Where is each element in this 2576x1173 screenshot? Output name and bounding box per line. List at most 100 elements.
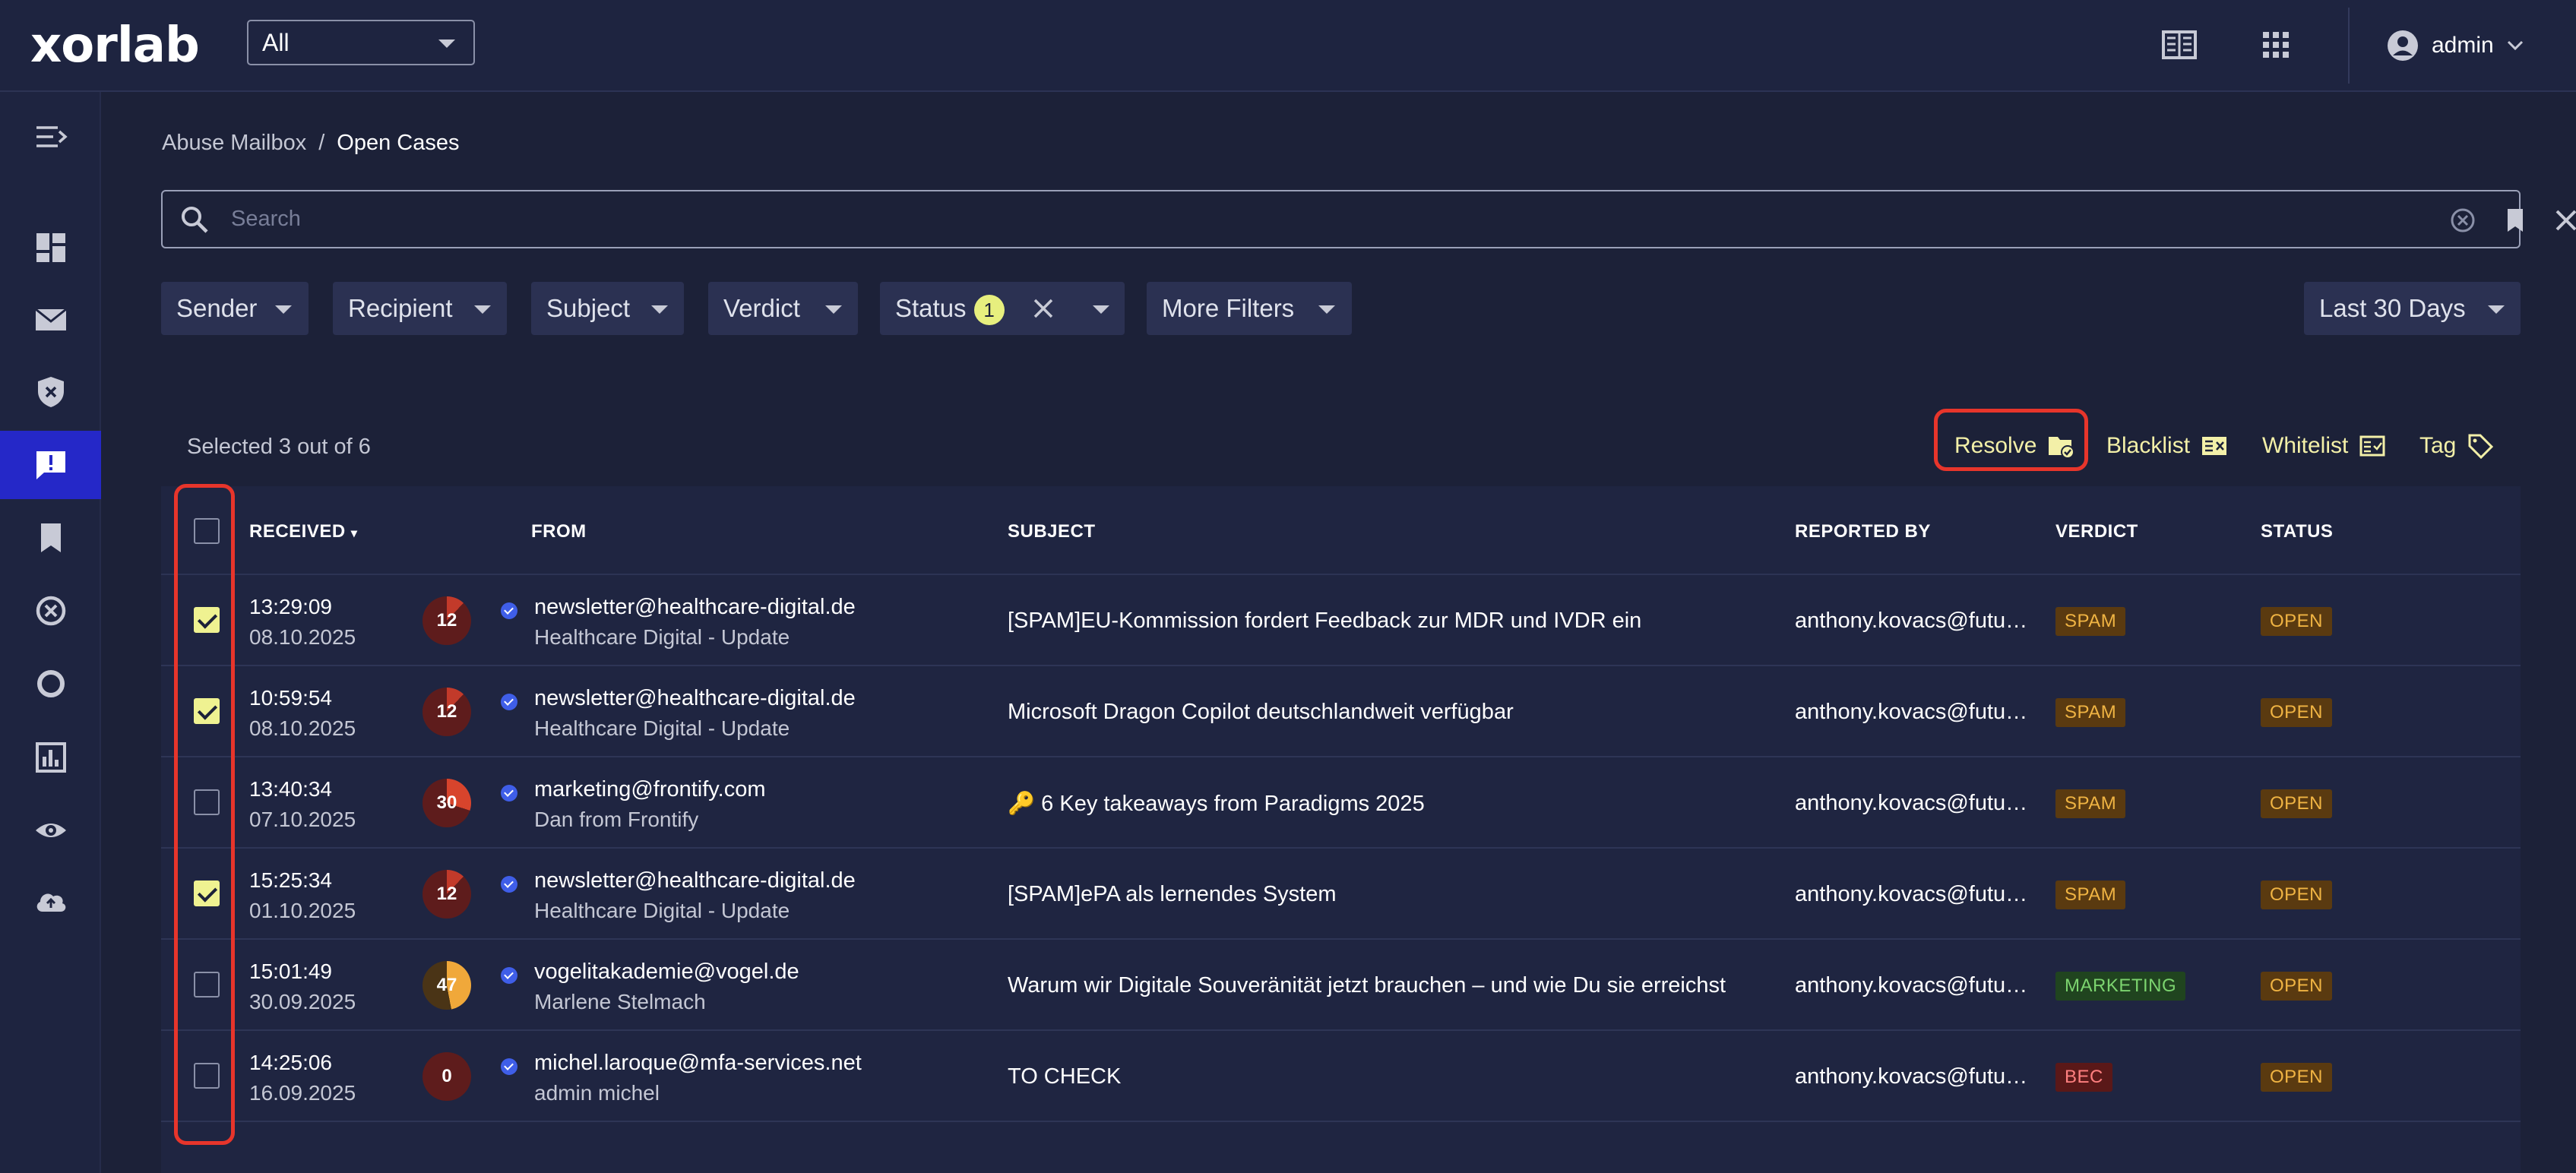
table-header: RECEIVED ▾ FROM SUBJECT REPORTED BY VERD… (161, 488, 2521, 575)
verified-sender-icon (501, 876, 517, 893)
received-time: 14:25:06 (249, 1051, 332, 1074)
table-row[interactable]: 13:40:34 07.10.2025 30 marketing@frontif… (161, 757, 2521, 849)
chevron-down-icon (275, 305, 292, 314)
table-row[interactable]: 15:01:49 30.09.2025 47 vogelitakademie@v… (161, 940, 2521, 1031)
verified-sender-icon (501, 694, 517, 710)
from-name: Healthcare Digital - Update (534, 625, 790, 649)
date-range-select[interactable]: Last 30 Days (2304, 282, 2521, 335)
sidebar-item-dashboard[interactable] (0, 213, 101, 282)
whitelist-label: Whitelist (2262, 433, 2349, 458)
table-row[interactable]: 10:59:54 08.10.2025 12 newsletter@health… (161, 666, 2521, 757)
chevron-down-icon (2488, 305, 2505, 314)
sidebar-collapse-button[interactable] (0, 103, 101, 171)
filter-verdict[interactable]: Verdict (708, 282, 858, 335)
blacklist-button[interactable]: Blacklist (2106, 419, 2228, 473)
search-bar[interactable]: Search (161, 190, 2576, 248)
sidebar-item-monitor[interactable] (0, 796, 101, 865)
subject-text: 🔑 6 Key takeaways from Paradigms 2025 (1008, 792, 1425, 816)
sidebar-item-loading[interactable] (0, 650, 101, 718)
verified-sender-icon (501, 785, 517, 801)
scope-select[interactable]: All (247, 20, 475, 65)
received-date: 30.09.2025 (249, 990, 356, 1013)
reported-by: anthony.kovacs@futur… (1795, 609, 2030, 633)
user-menu[interactable]: admin (2386, 23, 2524, 68)
column-received-label: RECEIVED (249, 521, 346, 542)
verified-sender-icon (501, 967, 517, 984)
received-time: 13:29:09 (249, 595, 332, 618)
clear-filters-icon[interactable] (2449, 207, 2476, 234)
scope-select-value: All (262, 29, 290, 56)
chevron-down-icon (1318, 305, 1335, 314)
column-status: STATUS (2261, 521, 2334, 542)
sidebar-item-blocked[interactable] (0, 577, 101, 645)
close-icon[interactable] (2552, 207, 2576, 234)
reported-by: anthony.kovacs@futur… (1795, 700, 2030, 724)
filter-subject[interactable]: Subject (531, 282, 684, 335)
risk-score: 47 (422, 961, 471, 1010)
received-date: 07.10.2025 (249, 808, 356, 831)
sidebar-item-abuse-mailbox[interactable] (0, 431, 101, 499)
risk-score-value: 12 (436, 701, 457, 722)
column-subject: SUBJECT (1008, 521, 1096, 542)
risk-score-value: 30 (436, 792, 457, 813)
chevron-down-icon (1093, 305, 1109, 314)
dashboard-icon (36, 233, 65, 262)
search-icon (182, 207, 208, 233)
xorlab-logo[interactable]: xorlab (30, 17, 220, 74)
apps-grid-icon[interactable] (2257, 26, 2295, 64)
received-date: 08.10.2025 (249, 625, 356, 649)
filter-sender[interactable]: Sender (161, 282, 309, 335)
shield-icon (37, 377, 64, 407)
status-badge: OPEN (2261, 607, 2333, 636)
sidebar-item-mail[interactable] (0, 286, 101, 354)
resolve-highlight-box (1934, 409, 2088, 471)
filter-status-label: Status (895, 294, 967, 322)
subject-text: Warum wir Digitale Souveränität jetzt br… (1008, 973, 1726, 998)
sidebar-item-bookmarks[interactable] (0, 504, 101, 572)
bulk-actions-bar: Selected 3 out of 6 Resolve Blacklist Wh… (161, 395, 2521, 486)
breadcrumb-parent-link[interactable]: Abuse Mailbox (162, 131, 306, 156)
risk-score: 12 (422, 688, 471, 736)
filter-status[interactable]: Status 1 (880, 282, 1125, 335)
from-email: michel.laroque@mfa-services.net (534, 1051, 862, 1075)
chevron-down-icon (474, 305, 491, 314)
selection-count: Selected 3 out of 6 (187, 435, 371, 459)
risk-score-value: 12 (436, 884, 457, 904)
status-badge: OPEN (2261, 698, 2333, 727)
reported-by: anthony.kovacs@futur… (1795, 973, 2030, 998)
clear-filter-icon[interactable] (1032, 297, 1055, 320)
risk-score: 12 (422, 870, 471, 918)
filter-bar: Sender Recipient Subject Verdict Status 1… (161, 282, 2521, 335)
tag-button[interactable]: Tag (2419, 419, 2494, 473)
verified-sender-icon (501, 1058, 517, 1075)
table-row[interactable]: 14:25:06 16.09.2025 0 michel.laroque@mfa… (161, 1031, 2521, 1122)
from-name: Healthcare Digital - Update (534, 716, 790, 740)
blacklist-label: Blacklist (2106, 433, 2191, 458)
tag-icon (2468, 434, 2494, 460)
sidebar-item-security[interactable] (0, 358, 101, 426)
whitelist-button[interactable]: Whitelist (2262, 419, 2386, 473)
column-reported-by: REPORTED BY (1795, 521, 1931, 542)
filter-subject-label: Subject (546, 294, 631, 322)
reported-by: anthony.kovacs@futur… (1795, 791, 2030, 815)
sidebar-item-reports[interactable] (0, 723, 101, 792)
filter-recipient[interactable]: Recipient (333, 282, 507, 335)
chevron-down-icon (651, 305, 668, 314)
filter-more[interactable]: More Filters (1147, 282, 1352, 335)
filter-status-count-badge: 1 (973, 295, 1005, 326)
from-email: vogelitakademie@vogel.de (534, 960, 799, 984)
column-received[interactable]: RECEIVED ▾ (249, 521, 357, 542)
chevron-down-icon (2507, 40, 2523, 51)
table-row[interactable]: 13:29:09 08.10.2025 12 newsletter@health… (161, 575, 2521, 666)
from-name: Healthcare Digital - Update (534, 899, 790, 922)
book-icon[interactable] (2160, 26, 2198, 64)
menu-collapse-icon (36, 126, 68, 147)
bookmark-icon[interactable] (2502, 207, 2529, 234)
from-name: Dan from Frontify (534, 808, 699, 831)
from-email: newsletter@healthcare-digital.de (534, 868, 856, 893)
cloud-upload-icon (36, 893, 65, 912)
risk-score-value: 47 (436, 975, 457, 995)
table-row[interactable]: 15:25:34 01.10.2025 12 newsletter@health… (161, 849, 2521, 940)
received-date: 01.10.2025 (249, 899, 356, 922)
sidebar-item-upload[interactable] (0, 868, 101, 936)
